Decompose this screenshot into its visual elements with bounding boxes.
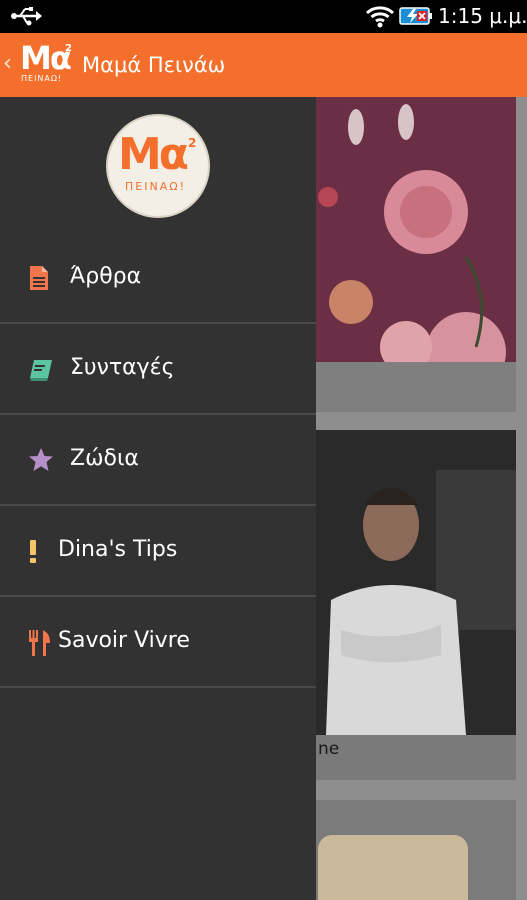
card-caption-band xyxy=(316,362,516,412)
status-time: 1:15 μ.μ. xyxy=(438,4,527,28)
fridge-image xyxy=(318,835,468,900)
chef-photo xyxy=(316,430,516,735)
article-card[interactable] xyxy=(316,97,516,412)
drawer-item-articles[interactable]: Άρθρα xyxy=(0,233,316,324)
back-chevron-icon[interactable]: ‹ xyxy=(3,51,12,77)
drawer-menu: Άρθρα Συνταγές Ζώδια Dina's Tips Savoir … xyxy=(0,233,316,688)
drawer-item-label: Συνταγές xyxy=(70,355,175,380)
drawer-item-savoir-vivre[interactable]: Savoir Vivre xyxy=(0,597,316,688)
star-icon xyxy=(29,448,53,471)
document-icon xyxy=(30,266,48,290)
logo-subtitle: ΠΕΙΝΑΩ! xyxy=(125,180,187,193)
logo-text: Μα xyxy=(20,39,72,77)
logo-subtitle: ΠΕΙΝΑΩ! xyxy=(21,74,63,83)
logo-superscript: 2 xyxy=(65,43,72,54)
article-card[interactable]: ne xyxy=(316,430,516,780)
drawer-item-recipes[interactable]: Συνταγές xyxy=(0,324,316,415)
wifi-icon xyxy=(365,6,395,28)
flowers-image xyxy=(316,97,516,362)
article-card[interactable] xyxy=(316,800,516,900)
action-bar: ‹ Μα 2 ΠΕΙΝΑΩ! Μαμά Πεινάω xyxy=(0,33,527,97)
drawer-item-label: Dina's Tips xyxy=(58,537,178,562)
logo-superscript: 2 xyxy=(188,136,197,150)
card-caption: ne xyxy=(318,739,340,759)
battery-charging-icon xyxy=(399,7,432,25)
drawer-item-label: Savoir Vivre xyxy=(58,628,190,653)
navigation-drawer: Μα 2 ΠΕΙΝΑΩ! Άρθρα Συνταγές Ζώδια Dina's… xyxy=(0,97,316,900)
exclamation-icon xyxy=(30,540,36,563)
book-icon xyxy=(30,360,52,381)
drawer-logo: Μα 2 ΠΕΙΝΑΩ! xyxy=(106,114,210,218)
drawer-item-label: Άρθρα xyxy=(70,264,142,289)
fork-knife-icon xyxy=(29,630,50,656)
drawer-item-label: Ζώδια xyxy=(70,446,139,471)
app-screen: 1:15 μ.μ. ‹ Μα 2 ΠΕΙΝΑΩ! Μαμά Πεινάω ne … xyxy=(0,0,527,900)
drawer-item-zodiac[interactable]: Ζώδια xyxy=(0,415,316,506)
drawer-item-dinas-tips[interactable]: Dina's Tips xyxy=(0,506,316,597)
app-title: Μαμά Πεινάω xyxy=(82,53,226,77)
app-logo[interactable]: Μα 2 ΠΕΙΝΑΩ! xyxy=(20,39,76,87)
logo-text: Μα xyxy=(118,129,189,180)
usb-icon xyxy=(11,7,42,26)
status-bar: 1:15 μ.μ. xyxy=(0,0,527,33)
